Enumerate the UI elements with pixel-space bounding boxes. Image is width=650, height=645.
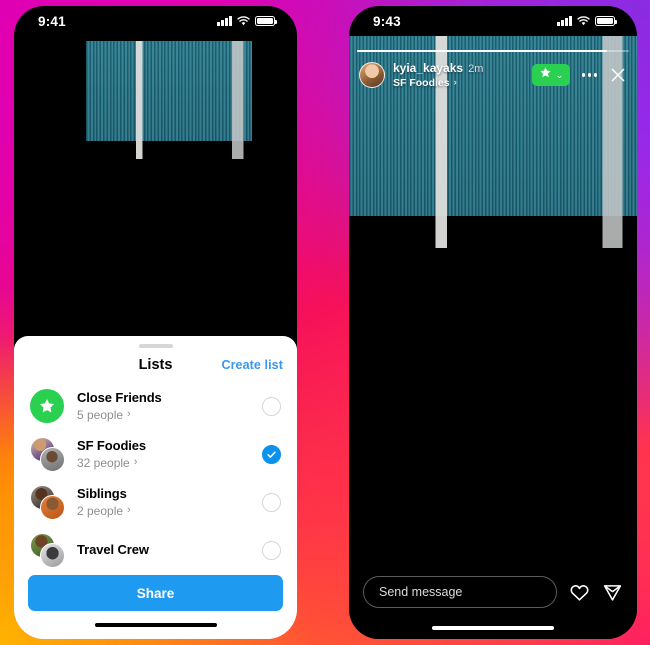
list-item-radio-selected[interactable] (262, 444, 281, 464)
story-timestamp: 2m (468, 62, 484, 75)
list-item-people-count: 2 people (77, 503, 124, 518)
story-photo-sushi-on-train (86, 41, 252, 336)
story-photo-sushi-on-train[interactable] (349, 36, 637, 566)
status-bar-clock: 9:41 (38, 13, 66, 29)
chevron-right-icon: › (133, 456, 138, 469)
list-item-text: SF Foodies 32 people › (77, 437, 249, 471)
story-author-info: kyia_kayaks 2m SF Foodies › (393, 61, 483, 90)
battery-icon (595, 16, 617, 26)
list-item-name: Close Friends (77, 390, 162, 406)
lists-scroll-container[interactable]: Close Friends 5 people › SF Foodies 32 p… (14, 382, 297, 568)
share-zone: Share (14, 568, 297, 611)
story-author-line: kyia_kayaks 2m (393, 61, 483, 76)
list-item-radio[interactable] (262, 540, 281, 560)
status-bar-icons (217, 16, 277, 26)
list-item-people-count: 5 people (77, 407, 124, 422)
phone-right: 9:43 kyia_kayaks 2m SF Foodies › ⌄ Send … (349, 6, 637, 639)
avatar-stack (30, 485, 65, 520)
avatar (30, 485, 65, 520)
wifi-icon (237, 16, 250, 26)
chevron-right-icon: › (127, 504, 131, 517)
close-friends-badge-button[interactable]: ⌄ (531, 64, 571, 86)
close-friends-star-icon (30, 389, 64, 423)
send-message-input[interactable] (363, 576, 557, 608)
lists-bottom-sheet: Lists Create list Close Friends 5 people… (14, 336, 297, 639)
avatar-image (40, 543, 65, 568)
story-list-line[interactable]: SF Foodies › (393, 77, 483, 90)
status-bar-icons (557, 16, 617, 26)
avatar (30, 533, 65, 568)
more-options-button[interactable] (578, 73, 601, 77)
list-item-siblings[interactable]: Siblings 2 people › (14, 478, 297, 526)
battery-icon (255, 16, 277, 26)
list-item-name: SF Foodies (77, 438, 147, 454)
chevron-right-icon: › (453, 77, 457, 89)
list-item-name: Siblings (77, 486, 127, 502)
like-heart-icon[interactable] (568, 576, 590, 608)
avatar-image (40, 447, 65, 472)
list-item-text: Close Friends 5 people › (77, 389, 249, 423)
list-item-text: Siblings 2 people › (77, 485, 249, 519)
share-send-icon[interactable] (601, 576, 623, 608)
avatar (30, 389, 64, 423)
lists-sheet-header: Lists Create list (14, 348, 297, 382)
chevron-down-icon: ⌄ (555, 69, 564, 80)
status-bar-clock: 9:43 (373, 13, 401, 29)
cellular-signal-icon (557, 16, 572, 26)
avatar-stack (30, 437, 65, 472)
story-list-name: SF Foodies (393, 76, 450, 89)
list-item-subtitle: 5 people › (77, 407, 249, 423)
status-bar-left: 9:41 (14, 6, 297, 36)
cellular-signal-icon (217, 16, 232, 26)
list-item-text: Travel Crew (77, 541, 249, 559)
avatar-stack (30, 533, 65, 568)
close-icon[interactable] (609, 66, 627, 84)
share-button[interactable]: Share (28, 575, 283, 611)
avatar (30, 437, 65, 472)
create-list-button[interactable]: Create list (221, 358, 283, 372)
home-indicator-right (349, 625, 637, 630)
phone-left: 9:41 Lists Create list Close Friends 5 p… (14, 6, 297, 639)
story-header: kyia_kayaks 2m SF Foodies › ⌄ (349, 58, 637, 92)
list-item-radio[interactable] (262, 396, 281, 416)
list-item-radio[interactable] (262, 492, 281, 512)
left-story-preview-area (14, 36, 297, 346)
list-item-subtitle: 2 people › (77, 503, 249, 519)
story-username[interactable]: kyia_kayaks (393, 61, 463, 75)
star-icon (539, 66, 552, 84)
status-bar-right: 9:43 (349, 6, 637, 36)
home-indicator-left (14, 611, 297, 639)
story-author-avatar[interactable] (359, 62, 385, 88)
list-item-sf-foodies[interactable]: SF Foodies 32 people › (14, 430, 297, 478)
lists-title: Lists (138, 357, 173, 373)
list-item-subtitle: 32 people › (77, 455, 249, 471)
chevron-right-icon: › (127, 408, 131, 421)
wifi-icon (577, 16, 590, 26)
list-item-close-friends[interactable]: Close Friends 5 people › (14, 382, 297, 430)
avatar-image (40, 495, 65, 520)
list-item-people-count: 32 people (77, 455, 130, 470)
list-item-name: Travel Crew (77, 542, 149, 558)
list-item-travel-crew[interactable]: Travel Crew (14, 526, 297, 568)
story-footer (349, 564, 637, 639)
